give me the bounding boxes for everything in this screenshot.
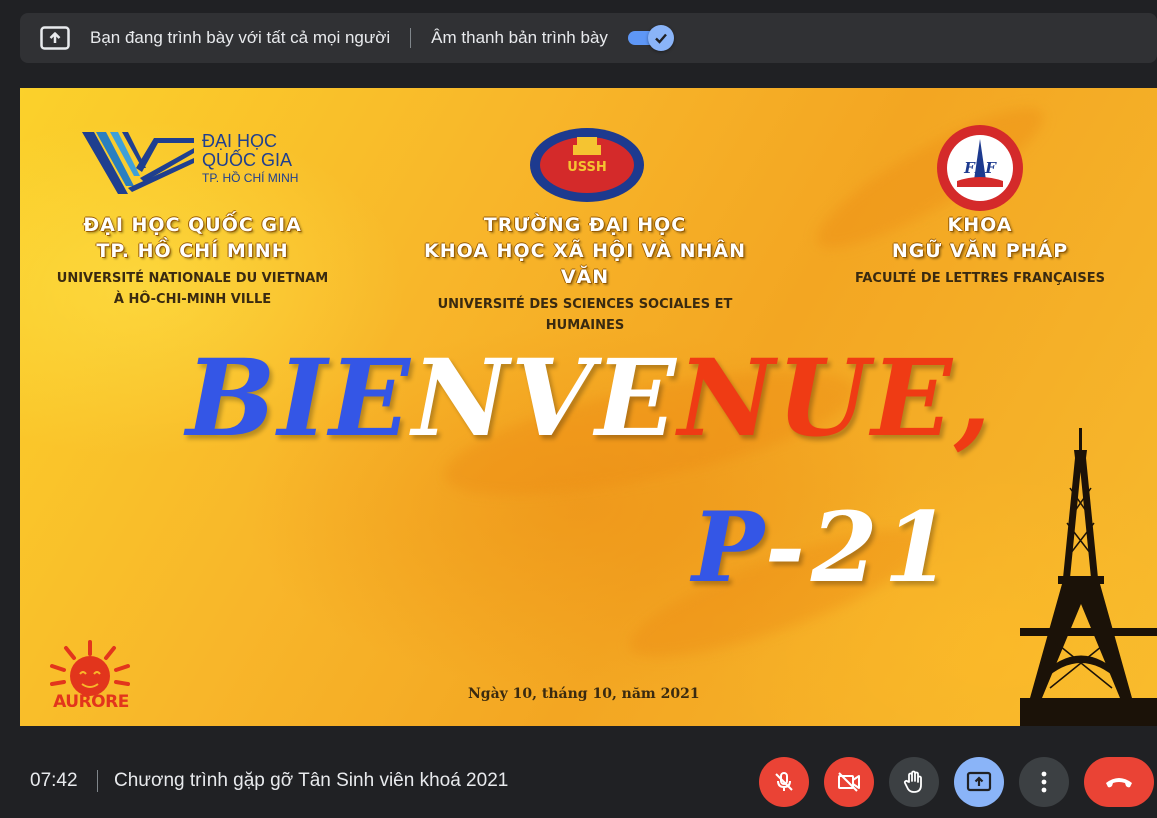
- mic-off-icon: [775, 772, 793, 791]
- vnu-title-line2: TP. HỒ CHÍ MINH: [96, 240, 289, 262]
- microphone-toggle-button[interactable]: [759, 757, 809, 807]
- present-icon: [966, 771, 992, 792]
- ussh-title-block: TRƯỜNG ĐẠI HỌC KHOA HỌC XÃ HỘI VÀ NHÂN V…: [400, 212, 770, 336]
- vnu-subtitle-line2: À HÔ-CHI-MINH VILLE: [113, 292, 272, 307]
- vnu-title-line1: ĐẠI HỌC QUỐC GIA: [83, 214, 302, 236]
- headline-white-part: NVE: [411, 335, 678, 460]
- eiffel-tower-icon: [1020, 428, 1157, 726]
- ussh-title-line1: TRƯỜNG ĐẠI HỌC: [483, 214, 687, 236]
- flf-logo-icon: FLF: [937, 125, 1023, 211]
- headline-blue-part: BIE: [186, 335, 412, 460]
- flf-title-line2: NGỮ VĂN PHÁP: [891, 240, 1069, 262]
- videocam-off-icon: [838, 772, 860, 792]
- class-name-headline: P-21: [692, 498, 956, 598]
- meeting-clock: 07:42: [30, 770, 78, 791]
- raise-hand-button[interactable]: [889, 757, 939, 807]
- call-end-icon: [1106, 778, 1132, 788]
- leave-call-button[interactable]: [1084, 757, 1154, 807]
- hand-icon: [903, 770, 922, 793]
- present-now-button[interactable]: [954, 757, 1004, 807]
- class-number: 21: [810, 491, 957, 604]
- vnu-title-block: ĐẠI HỌC QUỐC GIA TP. HỒ CHÍ MINH UNIVERS…: [20, 212, 365, 310]
- presenting-status-text: Bạn đang trình bày với tất cả mọi người: [90, 28, 391, 47]
- class-blue-part: P: [692, 491, 765, 604]
- class-dash: -: [764, 491, 811, 604]
- flf-title-line1: KHOA: [947, 214, 1013, 236]
- meeting-title: Chương trình gặp gỡ Tân Sinh viên khoá 2…: [114, 770, 509, 791]
- vnu-logo-text: ĐẠI HỌC QUỐC GIA TP. HỒ CHÍ MINH: [202, 132, 298, 186]
- presentation-audio-toggle[interactable]: [627, 25, 674, 51]
- present-screen-icon: [40, 26, 70, 50]
- vnu-logo-line1: ĐẠI HỌC: [202, 131, 278, 151]
- bottom-divider: [97, 770, 98, 792]
- camera-toggle-button[interactable]: [824, 757, 874, 807]
- presentation-slide: ĐẠI HỌC QUỐC GIA TP. HỒ CHÍ MINH USSH FL…: [20, 88, 1157, 726]
- ussh-logo-icon: USSH: [530, 128, 644, 202]
- ussh-subtitle-line1: UNIVERSITÉ DES SCIENCES SOCIALES ET HUMA…: [437, 297, 733, 333]
- bienvenue-headline: BIENVENUE,: [186, 343, 991, 453]
- vnu-logo-line2: QUỐC GIA: [202, 150, 293, 170]
- svg-text:FLF: FLF: [963, 159, 997, 177]
- svg-text:USSH: USSH: [567, 160, 607, 175]
- flf-title-block: KHOA NGỮ VĂN PHÁP FACULTÉ DE LETTRES FRA…: [840, 212, 1120, 289]
- check-icon: [647, 25, 674, 51]
- event-date: Ngày 10, tháng 10, năm 2021: [468, 686, 700, 702]
- aurore-logo-label: AURORE: [53, 692, 129, 712]
- flf-subtitle-line1: FACULTÉ DE LETTRES FRANÇAISES: [854, 271, 1105, 286]
- vnu-subtitle-line1: UNIVERSITÉ NATIONALE DU VIETNAM: [56, 271, 329, 286]
- ussh-title-line2: KHOA HỌC XÃ HỘI VÀ NHÂN VĂN: [423, 240, 747, 288]
- banner-divider: [410, 28, 412, 48]
- headline-red-part: NUE,: [677, 335, 993, 460]
- presenting-banner: Bạn đang trình bày với tất cả mọi người …: [20, 13, 1157, 63]
- vnu-logo-line3: TP. HỒ CHÍ MINH: [202, 171, 299, 185]
- presentation-audio-label: Âm thanh bản trình bày: [431, 28, 608, 47]
- more-options-button[interactable]: [1019, 757, 1069, 807]
- more-vert-icon: [1041, 771, 1047, 793]
